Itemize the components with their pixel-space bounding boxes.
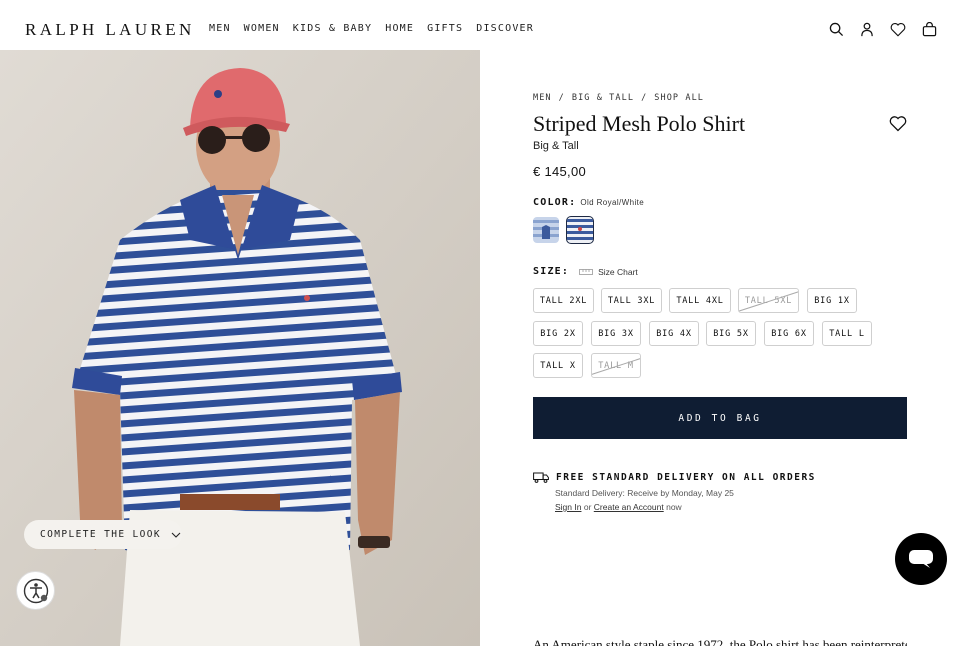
size-tall-m[interactable]: TALL M [591,353,641,378]
color-name: Old Royal/White [580,198,645,207]
wishlist-heart-icon[interactable] [889,115,907,133]
size-big-4x[interactable]: BIG 4X [649,321,699,346]
complete-look-label: COMPLETE THE LOOK [40,529,162,540]
bag-icon[interactable] [920,20,938,38]
breadcrumb-big-tall[interactable]: BIG & TALL [572,93,634,103]
delivery-title: FREE STANDARD DELIVERY ON ALL ORDERS [556,472,816,483]
truck-icon [533,472,549,483]
size-label: SIZE: [533,266,570,277]
main-nav: MEN WOMEN KIDS & BABY HOME GIFTS DISCOVE… [209,23,534,34]
color-row: COLOR: Old Royal/White [533,197,644,208]
delivery-estimate: Standard Delivery: Receive by Monday, Ma… [555,488,734,498]
nav-discover[interactable]: DISCOVER [476,23,534,34]
product-description: An American style staple since 1972, the… [533,637,907,646]
accessibility-button[interactable] [16,571,55,610]
breadcrumb-men[interactable]: MEN [533,93,552,103]
create-account-link[interactable]: Create an Account [594,502,664,512]
size-chart-link[interactable]: Size Chart [579,267,638,277]
size-big-3x[interactable]: BIG 3X [591,321,641,346]
delivery-info: FREE STANDARD DELIVERY ON ALL ORDERS [533,472,816,483]
nav-women[interactable]: WOMEN [244,23,280,34]
size-tall-2xl[interactable]: TALL 2XL [533,288,594,313]
color-label: COLOR: [533,197,577,208]
product-image[interactable]: COMPLETE THE LOOK [0,50,480,646]
swatch-light-blue-stripe[interactable] [533,217,559,243]
chat-button[interactable] [895,533,947,585]
size-tall-4xl[interactable]: TALL 4XL [669,288,731,313]
swatch-old-royal-white[interactable] [566,216,594,244]
product-title: Striped Mesh Polo Shirt [533,111,746,136]
size-big-2x[interactable]: BIG 2X [533,321,583,346]
color-swatches [533,216,594,244]
product-details: MEN / BIG & TALL / SHOP ALL Striped Mesh Pol… [533,0,907,646]
breadcrumb-shop-all[interactable]: SHOP ALL [654,93,704,103]
nav-men[interactable]: MEN [209,23,231,34]
size-row: SIZE: Size Chart [533,266,638,277]
nav-kids-baby[interactable]: KIDS & BABY [293,23,372,34]
size-tall-3xl[interactable]: TALL 3XL [601,288,662,313]
complete-the-look-button[interactable]: COMPLETE THE LOOK [24,520,182,549]
nav-home[interactable]: HOME [385,23,414,34]
accessibility-icon [23,578,48,603]
nav-gifts[interactable]: GIFTS [427,23,463,34]
sign-in-link[interactable]: Sign In [555,502,581,512]
brand-logo[interactable]: RALPH LAUREN [25,20,195,40]
product-price: € 145,00 [533,164,587,179]
breadcrumb: MEN / BIG & TALL / SHOP ALL [533,93,705,103]
now-text: now [666,502,682,512]
size-big-5x[interactable]: BIG 5X [706,321,756,346]
size-tall-5xl[interactable]: TALL 5XL [738,288,799,313]
size-big-6x[interactable]: BIG 6X [764,321,814,346]
ruler-icon [579,268,594,275]
chat-bubble-icon [909,550,933,568]
or-text: or [583,502,592,512]
product-subtitle: Big & Tall [533,140,579,152]
size-tall-l[interactable]: TALL L [822,321,872,346]
size-tall-x[interactable]: TALL X [533,353,583,378]
model-photo [0,50,480,646]
size-big-1x[interactable]: BIG 1X [807,288,857,313]
chevron-down-icon [171,532,181,538]
delivery-account-links: Sign In or Create an Account now [555,502,682,512]
add-to-bag-button[interactable]: ADD TO BAG [533,397,907,439]
size-chart-label: Size Chart [598,266,638,277]
